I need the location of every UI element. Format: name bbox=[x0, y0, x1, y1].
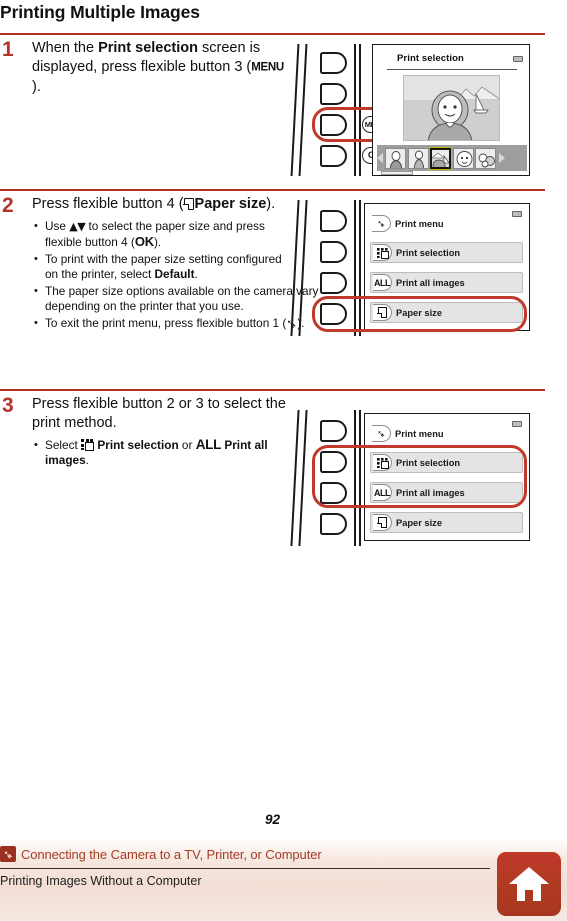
illustration-print-menu-print-method: ➶ Print menu Print selection ALL Print a… bbox=[290, 410, 530, 546]
flexible-button-4[interactable] bbox=[320, 513, 347, 535]
menu-item-print-menu: ➶ Print menu bbox=[370, 213, 520, 234]
print-selection-icon bbox=[81, 439, 95, 451]
all-glyph: ALL bbox=[195, 437, 222, 452]
flexible-button-2[interactable] bbox=[320, 83, 347, 105]
breadcrumb[interactable]: ➶ Connecting the Camera to a TV, Printer… bbox=[0, 845, 322, 863]
camera-edge-inner-3 bbox=[298, 410, 308, 546]
step-1-text-end: ). bbox=[32, 79, 41, 95]
highlight-ring-paper-size bbox=[312, 296, 527, 332]
step-2-bullet-1: Use ▲▼ to select the paper size and pres… bbox=[32, 219, 287, 249]
scroll-left-arrow-icon[interactable] bbox=[377, 153, 383, 163]
up-down-arrows-icon: ▲▼ bbox=[69, 220, 86, 233]
step-2-body: Press flexible button 4 ( Paper size). Us… bbox=[32, 195, 318, 335]
step-1-body: When the Print selection screen is displ… bbox=[32, 39, 287, 97]
menu-item-label: Print all images bbox=[396, 277, 465, 288]
thumbnail-4[interactable] bbox=[452, 147, 474, 169]
page-number: 92 bbox=[264, 812, 281, 827]
step-3-heading: Press flexible button 2 or 3 to select t… bbox=[32, 396, 286, 431]
print-selection-icon bbox=[373, 244, 392, 261]
lcd-screen-title: Print selection bbox=[397, 53, 464, 64]
paper-size-icon bbox=[183, 198, 194, 211]
flexible-button-1[interactable] bbox=[320, 52, 347, 74]
thumbnail-1[interactable] bbox=[385, 147, 406, 169]
illustration-print-selection-screen: MENU OK Print selection bbox=[290, 44, 530, 176]
home-button[interactable] bbox=[497, 852, 561, 916]
section-divider-2 bbox=[0, 189, 545, 191]
back-arrow-icon: ➶ bbox=[372, 215, 391, 232]
lcd-title-underline bbox=[387, 69, 517, 70]
menu-glyph: MENU bbox=[251, 61, 284, 74]
flexible-button-1[interactable] bbox=[320, 420, 347, 442]
page-title: Printing Multiple Images bbox=[0, 2, 200, 22]
thumbnail-strip[interactable] bbox=[377, 145, 527, 171]
section-divider-3 bbox=[0, 389, 545, 391]
step-3-body: Press flexible button 2 or 3 to select t… bbox=[32, 395, 287, 470]
ok-glyph: OK bbox=[134, 233, 154, 249]
menu-item-label: Print menu bbox=[395, 428, 444, 439]
step-3-bullet-1: Select Print selection or ALL Print all … bbox=[32, 437, 287, 467]
menu-item-label: Paper size bbox=[396, 517, 442, 528]
step-2-text-end: ). bbox=[266, 196, 276, 212]
menu-item-print-all-images[interactable]: ALL Print all images bbox=[370, 272, 523, 293]
lcd-scrollbar[interactable] bbox=[381, 171, 413, 175]
flexible-button-4[interactable] bbox=[320, 145, 347, 167]
preview-photo bbox=[403, 75, 500, 141]
home-icon bbox=[509, 867, 549, 901]
step-2-text-pre: Press flexible button 4 ( bbox=[32, 196, 184, 212]
menu-item-label: Print selection bbox=[396, 247, 461, 258]
step-2-text-bold: Paper size bbox=[194, 196, 267, 212]
step-1-number: 1 bbox=[2, 38, 14, 61]
step-2-heading: Press flexible button 4 ( Paper size). bbox=[32, 195, 287, 214]
flexible-button-1[interactable] bbox=[320, 210, 347, 232]
camera-lcd-screen: Print selection bbox=[372, 44, 530, 176]
step-1-text-bold: Print selection bbox=[98, 40, 199, 56]
step-1-text-pre: When the bbox=[32, 40, 99, 56]
back-arrow-icon: ➶ bbox=[0, 846, 16, 862]
battery-icon bbox=[513, 56, 523, 62]
step-1-heading: When the Print selection screen is displ… bbox=[32, 39, 287, 97]
camera-edge-inner-2 bbox=[298, 200, 308, 336]
preview-photo-drawing bbox=[404, 76, 499, 140]
thumbnail-2[interactable] bbox=[407, 147, 429, 169]
step-2-bullet-2: To print with the paper size setting con… bbox=[32, 252, 287, 281]
menu-item-print-selection[interactable]: Print selection bbox=[370, 242, 523, 263]
camera-edge-outer-3 bbox=[290, 410, 300, 546]
menu-item-print-menu: ➶ Print menu bbox=[370, 423, 520, 444]
footer-divider bbox=[0, 868, 490, 869]
camera-edge-inner bbox=[298, 44, 308, 176]
back-arrow-icon: ➶ bbox=[372, 425, 391, 442]
thumbnail-3-selected[interactable] bbox=[429, 146, 452, 170]
step-3-number: 3 bbox=[2, 394, 14, 417]
section-divider-1 bbox=[0, 33, 545, 35]
highlight-ring-print-methods bbox=[312, 445, 527, 508]
footer-subtitle: Printing Images Without a Computer bbox=[0, 874, 202, 888]
step-3-bullets: Select Print selection or ALL Print all … bbox=[32, 437, 287, 467]
thumbnail-5[interactable] bbox=[475, 147, 496, 169]
menu-item-label: Print menu bbox=[395, 218, 444, 229]
camera-edge-outer-2 bbox=[290, 200, 300, 336]
camera-edge-outer bbox=[290, 44, 300, 176]
flexible-button-3[interactable] bbox=[320, 272, 347, 294]
step-2-number: 2 bbox=[2, 194, 14, 217]
illustration-print-menu-paper-size: ➶ Print menu Print selection ALL Print a… bbox=[290, 200, 530, 336]
flexible-button-2[interactable] bbox=[320, 241, 347, 263]
step-2-bullets: Use ▲▼ to select the paper size and pres… bbox=[32, 219, 318, 333]
menu-item-paper-size[interactable]: Paper size bbox=[370, 512, 523, 533]
scroll-right-arrow-icon[interactable] bbox=[498, 153, 505, 163]
manual-page: Printing Multiple Images 1 When the Prin… bbox=[0, 0, 567, 921]
paper-size-icon bbox=[373, 514, 392, 531]
breadcrumb-label: Connecting the Camera to a TV, Printer, … bbox=[21, 846, 322, 862]
all-icon: ALL bbox=[373, 274, 392, 291]
